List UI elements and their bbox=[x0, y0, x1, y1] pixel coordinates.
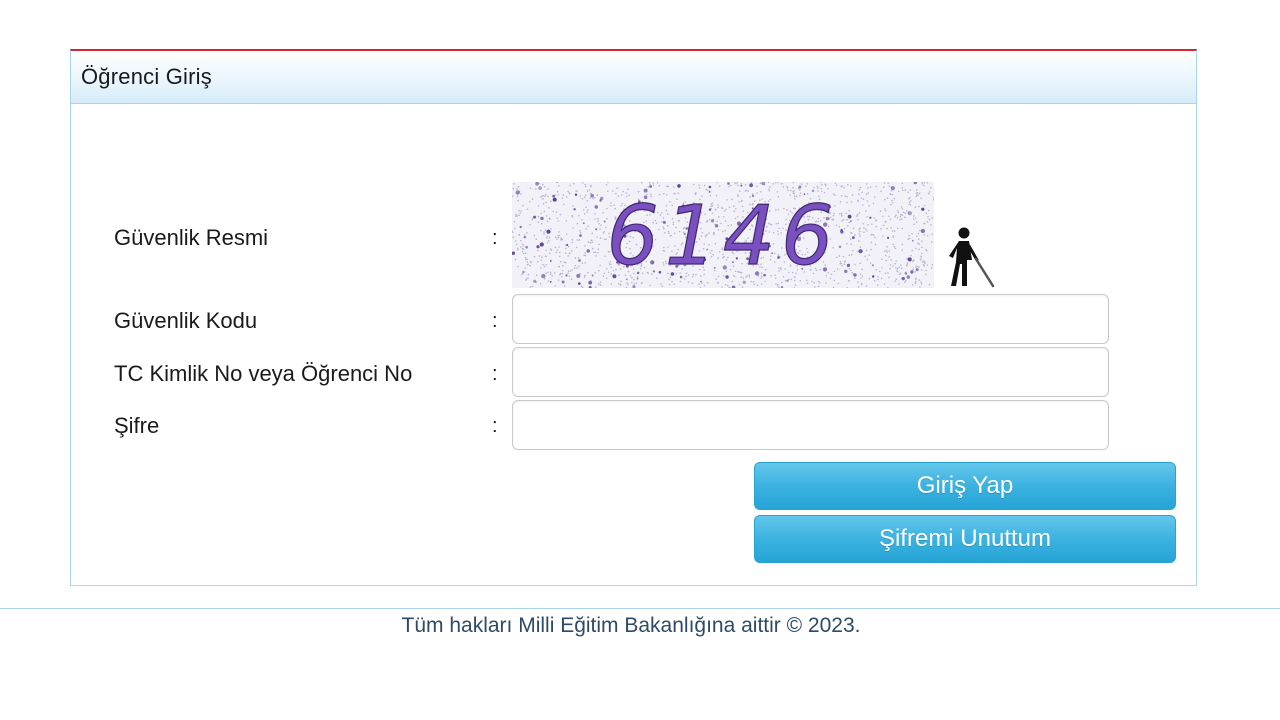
security-code-input[interactable] bbox=[512, 294, 1109, 344]
password-label: Şifre bbox=[114, 413, 160, 438]
tc-number-colon: : bbox=[492, 363, 498, 385]
captcha-image: 6146 bbox=[512, 182, 934, 288]
tc-number-label: TC Kimlik No veya Öğrenci No bbox=[114, 361, 413, 386]
login-button[interactable]: Giriş Yap bbox=[754, 462, 1176, 510]
panel-title: Öğrenci Giriş bbox=[81, 64, 212, 89]
footer-copyright: Tüm hakları Milli Eğitim Bakanlığına ait… bbox=[401, 614, 861, 637]
captcha-colon: : bbox=[492, 227, 498, 249]
password-colon: : bbox=[492, 415, 498, 437]
tc-number-input[interactable] bbox=[512, 347, 1109, 397]
student-login-panel: Öğrenci Giriş Güvenlik Resmi : 6146 Güve… bbox=[70, 49, 1197, 586]
forgot-password-button[interactable]: Şifremi Unuttum bbox=[754, 515, 1176, 563]
panel-header: Öğrenci Giriş bbox=[71, 51, 1196, 104]
password-input[interactable] bbox=[512, 400, 1109, 450]
captcha-text: 6146 bbox=[607, 189, 840, 284]
captcha-noise: 6146 bbox=[512, 182, 934, 288]
security-code-label: Güvenlik Kodu bbox=[114, 308, 258, 333]
blind-person-with-cane-icon[interactable] bbox=[947, 226, 997, 288]
security-code-colon: : bbox=[492, 310, 498, 332]
captcha-label: Güvenlik Resmi bbox=[114, 225, 269, 250]
footer-divider bbox=[0, 608, 1280, 609]
